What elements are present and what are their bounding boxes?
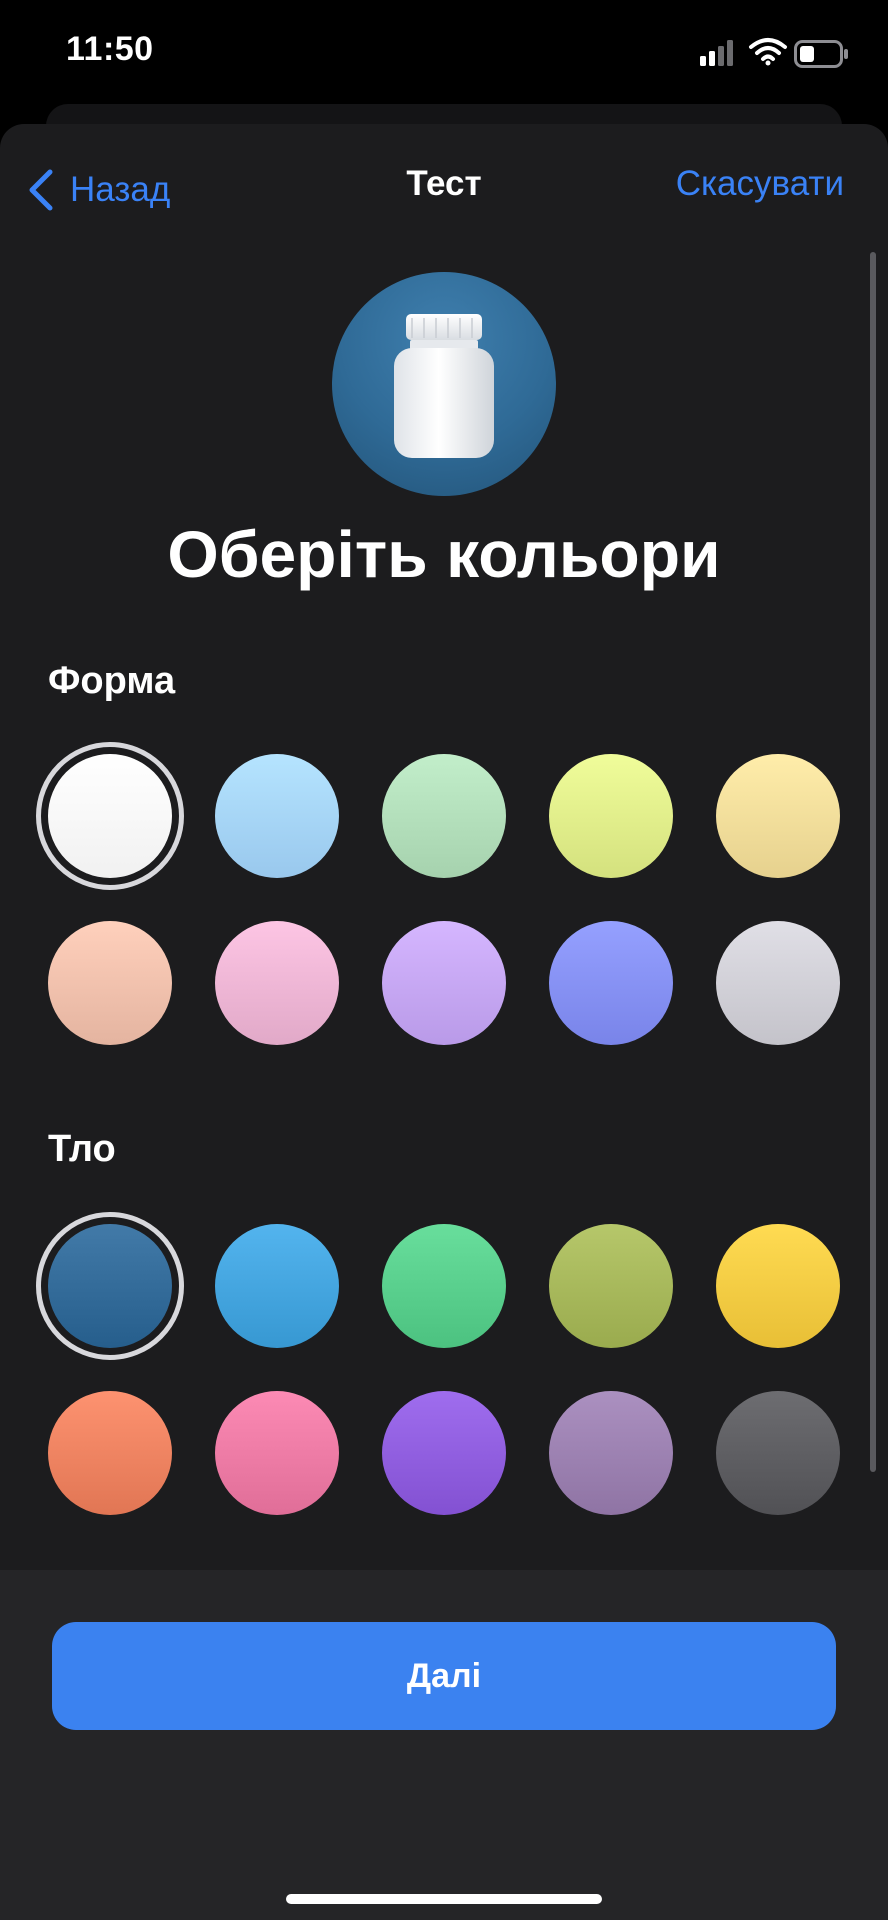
background-color-swatch-8[interactable] bbox=[382, 1391, 506, 1515]
shape-color-swatch-4[interactable] bbox=[549, 754, 673, 878]
signal-icon bbox=[700, 40, 733, 66]
status-time: 11:50 bbox=[66, 30, 154, 68]
shape-color-swatch-2[interactable] bbox=[215, 754, 339, 878]
shape-color-swatch-10[interactable] bbox=[716, 921, 840, 1045]
shape-color-swatch-3[interactable] bbox=[382, 754, 506, 878]
bottom-bar: Далі bbox=[0, 1570, 888, 1920]
back-button[interactable]: Назад bbox=[26, 162, 170, 218]
background-color-swatch-2[interactable] bbox=[215, 1224, 339, 1348]
shape-color-swatch-8[interactable] bbox=[382, 921, 506, 1045]
background-color-swatch-6[interactable] bbox=[48, 1391, 172, 1515]
background-color-swatch-4[interactable] bbox=[549, 1224, 673, 1348]
home-indicator[interactable] bbox=[286, 1894, 602, 1904]
background-section-label: Тло bbox=[48, 1128, 116, 1170]
shape-section-label: Форма bbox=[48, 660, 176, 702]
background-color-swatch-1[interactable] bbox=[36, 1212, 184, 1360]
background-color-swatch-7[interactable] bbox=[215, 1391, 339, 1515]
background-color-swatch-9[interactable] bbox=[549, 1391, 673, 1515]
shape-color-swatch-9[interactable] bbox=[549, 921, 673, 1045]
wifi-icon bbox=[749, 38, 787, 66]
background-color-swatch-5[interactable] bbox=[716, 1224, 840, 1348]
next-button[interactable]: Далі bbox=[52, 1622, 836, 1730]
pill-bottle-icon bbox=[394, 314, 494, 458]
battery-icon bbox=[794, 40, 848, 68]
status-bar: 11:50 bbox=[0, 0, 888, 110]
background-color-swatch-10[interactable] bbox=[716, 1391, 840, 1515]
screen: 11:50 Назад Тест Скасувати Оберіть кольо… bbox=[0, 0, 888, 1920]
shape-color-swatch-5[interactable] bbox=[716, 754, 840, 878]
shape-color-swatch-6[interactable] bbox=[48, 921, 172, 1045]
scrollbar[interactable] bbox=[870, 252, 876, 1472]
back-button-label: Назад bbox=[70, 170, 171, 209]
medication-preview bbox=[332, 272, 556, 496]
cancel-button[interactable]: Скасувати bbox=[676, 164, 844, 204]
shape-color-swatch-7[interactable] bbox=[215, 921, 339, 1045]
page-title: Оберіть кольори bbox=[167, 517, 721, 591]
shape-color-swatch-1[interactable] bbox=[36, 742, 184, 890]
chevron-left-icon bbox=[29, 169, 53, 211]
background-color-swatch-3[interactable] bbox=[382, 1224, 506, 1348]
